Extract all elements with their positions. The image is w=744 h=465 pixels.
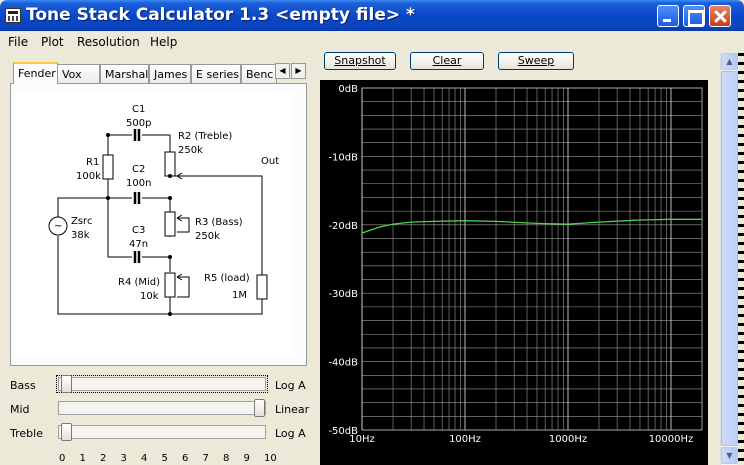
x-tick-label: 10000Hz [649, 434, 694, 445]
scale-tick-label: 7 [202, 453, 209, 464]
c1-value: 500p [126, 118, 151, 129]
calculator-app-icon [5, 8, 21, 23]
tone-stack-schematic: C1 500p R2 (Treble) 250k Out R1 100k C2 … [14, 92, 294, 357]
frequency-response-plot: 0dB -10dB -20dB -30dB -40dB -50dB 10Hz 100Hz 100… [320, 80, 708, 465]
bass-taper: Log A [275, 379, 306, 392]
y-tick-label: -30dB [328, 289, 358, 300]
x-tick-label: 1000Hz [549, 434, 587, 445]
window-title: Tone Stack Calculator 1.3 <empty file> * [26, 5, 415, 25]
menu-plot[interactable]: Plot [41, 35, 64, 49]
tab-fender[interactable]: Fender [13, 62, 58, 84]
r4-value: 10k [140, 291, 159, 302]
snapshot-button[interactable]: Snapshot [324, 52, 396, 70]
scale-tick-label: 6 [182, 453, 189, 464]
ac-source-icon: ~ [54, 221, 62, 232]
tab-e-series[interactable]: E series [191, 64, 241, 83]
scale-tick-label: 0 [59, 453, 66, 464]
treble-taper: Log A [275, 427, 306, 440]
out-label: Out [261, 156, 279, 167]
tab-bench[interactable]: Benc [241, 64, 277, 83]
maximize-button[interactable] [683, 5, 705, 27]
bass-label: Bass [10, 379, 36, 392]
c2-value: 100n [126, 178, 151, 189]
window-edge [738, 53, 744, 465]
scale-tick-label: 8 [223, 453, 230, 464]
r1-value: 100k [76, 171, 101, 182]
scrollbar-thumb[interactable] [721, 71, 738, 446]
c2-label: C2 [132, 164, 145, 175]
sweep-button[interactable]: Sweep [498, 52, 574, 70]
c3-label: C3 [132, 225, 145, 236]
clear-button[interactable]: Clear [410, 52, 484, 70]
scale-tick-label: 2 [100, 453, 107, 464]
tab-james[interactable]: James [149, 64, 191, 83]
mid-taper: Linear [275, 403, 310, 416]
bass-slider[interactable] [56, 375, 268, 393]
y-tick-label: -40dB [328, 358, 358, 369]
zsrc-value: 38k [71, 230, 90, 241]
y-tick-label: -10dB [328, 152, 358, 163]
vertical-scrollbar[interactable]: ▲ ▼ [720, 53, 738, 465]
r4-label: R4 (Mid) [118, 277, 160, 288]
r5-label: R5 (load) [204, 273, 250, 284]
y-tick-label: -20dB [328, 221, 358, 232]
scale-tick-label: 4 [141, 453, 148, 464]
tab-vox[interactable]: Vox [57, 64, 100, 83]
title-bar: Tone Stack Calculator 1.3 <empty file> * [0, 0, 744, 31]
r5-value: 1M [232, 290, 247, 301]
r2-label: R2 (Treble) [178, 131, 232, 142]
scale-tick-label: 10 [264, 453, 277, 464]
scale-tick-label: 5 [161, 453, 168, 464]
tab-scroll-left-icon[interactable]: ◀ [275, 63, 290, 79]
scale-tick-label: 1 [79, 453, 86, 464]
tab-marshall[interactable]: Marshall [100, 64, 149, 83]
treble-slider-thumb[interactable] [61, 423, 72, 441]
zsrc-label: Zsrc [71, 216, 92, 227]
preset-tabs: Fender Vox Marshall James E series Benc … [10, 62, 308, 84]
menu-bar: File Plot Resolution Help [0, 31, 744, 51]
scale-tick-label: 3 [120, 453, 127, 464]
scale-tick-label: 9 [243, 453, 250, 464]
r3-label: R3 (Bass) [195, 217, 243, 228]
x-tick-label: 10Hz [349, 434, 375, 445]
mid-slider[interactable] [58, 399, 266, 417]
scroll-up-icon[interactable]: ▲ [721, 53, 738, 70]
mid-slider-thumb[interactable] [254, 399, 265, 417]
treble-label: Treble [10, 427, 43, 440]
minimize-button[interactable] [657, 5, 679, 27]
mid-label: Mid [10, 403, 30, 416]
treble-slider[interactable] [58, 423, 266, 441]
r1-label: R1 [86, 157, 99, 168]
menu-resolution[interactable]: Resolution [77, 35, 140, 49]
r3-value: 250k [195, 231, 220, 242]
tab-scroll-right-icon[interactable]: ▶ [291, 63, 306, 79]
scroll-down-icon[interactable]: ▼ [721, 447, 738, 464]
frequency-response-chart: 0dB-10dB-20dB-30dB-40dB-50dB10Hz 100Hz 100… [328, 84, 703, 445]
r2-value: 250k [178, 145, 203, 156]
y-tick-label: 0dB [338, 84, 358, 95]
menu-help[interactable]: Help [150, 35, 177, 49]
menu-file[interactable]: File [8, 35, 28, 49]
plot-area [361, 87, 703, 431]
c1-label: C1 [132, 104, 145, 115]
x-tick-label: 100Hz [449, 434, 481, 445]
close-button[interactable] [709, 5, 731, 27]
c3-value: 47n [129, 239, 148, 250]
bass-slider-thumb[interactable] [61, 375, 72, 393]
